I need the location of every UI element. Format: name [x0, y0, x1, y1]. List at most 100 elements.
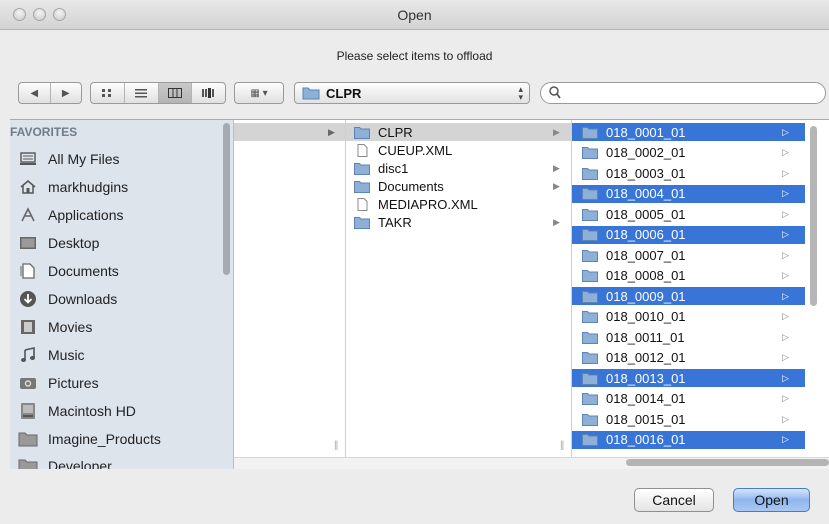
sidebar-item-applications[interactable]: Applications: [18, 202, 124, 228]
disclosure-arrow-icon: ▷: [782, 393, 789, 403]
list-item-documents[interactable]: Documents ▶: [346, 177, 571, 195]
sidebar-item-music[interactable]: Music: [18, 342, 85, 368]
cancel-button[interactable]: Cancel: [634, 488, 714, 512]
sidebar-item-label: Documents: [48, 263, 119, 279]
folder-icon: [582, 434, 598, 446]
list-item-label: 018_0003_01: [606, 165, 686, 181]
list-item-clip-folder[interactable]: 018_0011_01 ▷: [572, 328, 805, 346]
applications-icon: [18, 205, 38, 225]
list-item-clpr[interactable]: CLPR ▶: [346, 123, 571, 141]
file-browser: FAVORITES All My Files markhudgins Appli…: [10, 119, 829, 469]
back-forward-control: ◀ ▶: [18, 82, 82, 104]
list-item-label: 018_0008_01: [606, 268, 686, 283]
folder-icon: [582, 147, 598, 159]
folder-icon: [354, 126, 370, 139]
disclosure-arrow-icon: ▷: [782, 147, 789, 157]
column-resize-grip[interactable]: ||: [560, 440, 564, 451]
sidebar-item-home[interactable]: markhudgins: [18, 174, 128, 200]
sidebar-item-documents[interactable]: Documents: [18, 258, 119, 284]
list-item-clip-folder[interactable]: 018_0015_01 ▷: [572, 410, 805, 428]
sidebar-item-label: Applications: [48, 207, 124, 223]
coverflow-view-button[interactable]: [192, 83, 225, 103]
disclosure-arrow-icon: ▷: [782, 229, 789, 239]
list-item-clip-folder[interactable]: 018_0001_01 ▷: [572, 123, 805, 141]
list-item-clip-folder[interactable]: 018_0007_01 ▷: [572, 246, 805, 264]
list-item-cueup-xml[interactable]: CUEUP.XML: [346, 141, 571, 159]
title-bar: Open: [0, 0, 829, 30]
open-button[interactable]: Open: [733, 488, 810, 512]
list-item-clip-folder[interactable]: 018_0009_01 ▷: [572, 287, 805, 305]
disclosure-arrow-icon: ▷: [782, 352, 789, 362]
sidebar-item-pictures[interactable]: Pictures: [18, 370, 99, 396]
list-item-clip-folder[interactable]: 018_0012_01 ▷: [572, 349, 805, 367]
search-field[interactable]: [540, 82, 826, 104]
column-view-icon: [167, 88, 182, 98]
sidebar-item-label: All My Files: [48, 151, 120, 167]
list-item-clip-folder[interactable]: 018_0006_01 ▷: [572, 225, 805, 244]
list-item-clip-folder[interactable]: 018_0010_01 ▷: [572, 308, 805, 326]
list-item-clip-folder[interactable]: 018_0014_01 ▷: [572, 390, 805, 408]
list-item-clip-folder[interactable]: 018_0013_01 ▷: [572, 369, 805, 387]
movies-icon: [18, 317, 38, 337]
folder-icon: [582, 372, 598, 385]
sidebar-scrollbar[interactable]: [223, 123, 230, 275]
sidebar-item-imagine-products[interactable]: Imagine_Products: [18, 426, 161, 452]
browser-column-3: 018_0001_01 ▷ 018_0002_01 ▷ 018_0003_01 ▷ 018_…: [572, 120, 829, 457]
disclosure-arrow-icon: ▷: [782, 372, 789, 383]
list-item-label: 018_0013_01: [606, 370, 686, 386]
column-vertical-scrollbar[interactable]: [810, 126, 817, 306]
folder-icon: [582, 126, 598, 139]
list-item-label: 018_0007_01: [606, 247, 686, 263]
list-item-selected-root[interactable]: ▶: [234, 123, 345, 141]
list-item-label: CUEUP.XML: [378, 142, 453, 158]
column-resize-grip[interactable]: ||: [334, 440, 338, 451]
list-item-clip-folder[interactable]: 018_0005_01 ▷: [572, 205, 805, 223]
list-item-mediapro-xml[interactable]: MEDIAPRO.XML: [346, 195, 571, 213]
sidebar-item-movies[interactable]: Movies: [18, 314, 92, 340]
list-item-label: 018_0001_01: [606, 124, 686, 140]
list-item-label: Documents: [378, 178, 444, 194]
sidebar-item-macintosh-hd[interactable]: Macintosh HD: [18, 398, 136, 424]
list-item-clip-folder[interactable]: 018_0003_01 ▷: [572, 164, 805, 182]
popup-arrows-icon: ▴ ▾: [518, 84, 523, 102]
search-input[interactable]: [565, 85, 815, 101]
sidebar-item-downloads[interactable]: Downloads: [18, 286, 117, 312]
downloads-icon: [18, 289, 38, 309]
folder-icon: [582, 270, 598, 282]
list-item-label: 018_0006_01: [606, 227, 686, 242]
folder-icon: [582, 188, 598, 200]
list-item-clip-folder[interactable]: 018_0004_01 ▷: [572, 184, 805, 203]
column-view-button[interactable]: [158, 83, 193, 103]
list-item-takr[interactable]: TAKR ▶: [346, 213, 571, 231]
forward-button[interactable]: ▶: [51, 83, 82, 103]
list-item-clip-folder[interactable]: 018_0016_01 ▷: [572, 430, 805, 449]
sidebar: FAVORITES All My Files markhudgins Appli…: [10, 120, 234, 469]
list-item-label: 018_0005_01: [606, 206, 686, 222]
sidebar-item-all-my-files[interactable]: All My Files: [18, 146, 120, 172]
disclosure-arrow-icon: ▷: [782, 167, 789, 178]
sidebar-item-developer[interactable]: Developer: [18, 453, 112, 469]
list-item-label: disc1: [378, 160, 409, 176]
arrange-menu-button[interactable]: ▦ ▾: [234, 82, 284, 104]
back-button[interactable]: ◀: [19, 83, 51, 103]
list-item-label: 018_0010_01: [606, 309, 686, 324]
list-view-icon: [135, 89, 148, 98]
arrange-icon: ▦ ▾: [250, 87, 268, 99]
sidebar-item-label: Music: [48, 347, 85, 363]
list-item-clip-folder[interactable]: 018_0008_01 ▷: [572, 267, 805, 285]
list-item-disc1[interactable]: disc1 ▶: [346, 159, 571, 177]
horizontal-scrollbar[interactable]: [626, 459, 829, 466]
folder-icon: [18, 456, 38, 469]
sidebar-item-label: markhudgins: [48, 179, 129, 195]
list-view-button[interactable]: [125, 83, 159, 103]
window-title: Open: [397, 7, 432, 23]
list-item-clip-folder[interactable]: 018_0002_01 ▷: [572, 144, 805, 162]
folder-icon: [354, 162, 370, 175]
path-popup[interactable]: CLPR ▴ ▾: [294, 82, 530, 104]
sidebar-item-desktop[interactable]: Desktop: [18, 230, 99, 256]
icon-view-button[interactable]: [91, 83, 125, 103]
back-arrow-icon: ◀: [30, 87, 39, 99]
disclosure-arrow-icon: ▷: [782, 311, 789, 321]
sidebar-item-label: Downloads: [48, 291, 118, 307]
list-item-label: CLPR: [378, 124, 413, 140]
